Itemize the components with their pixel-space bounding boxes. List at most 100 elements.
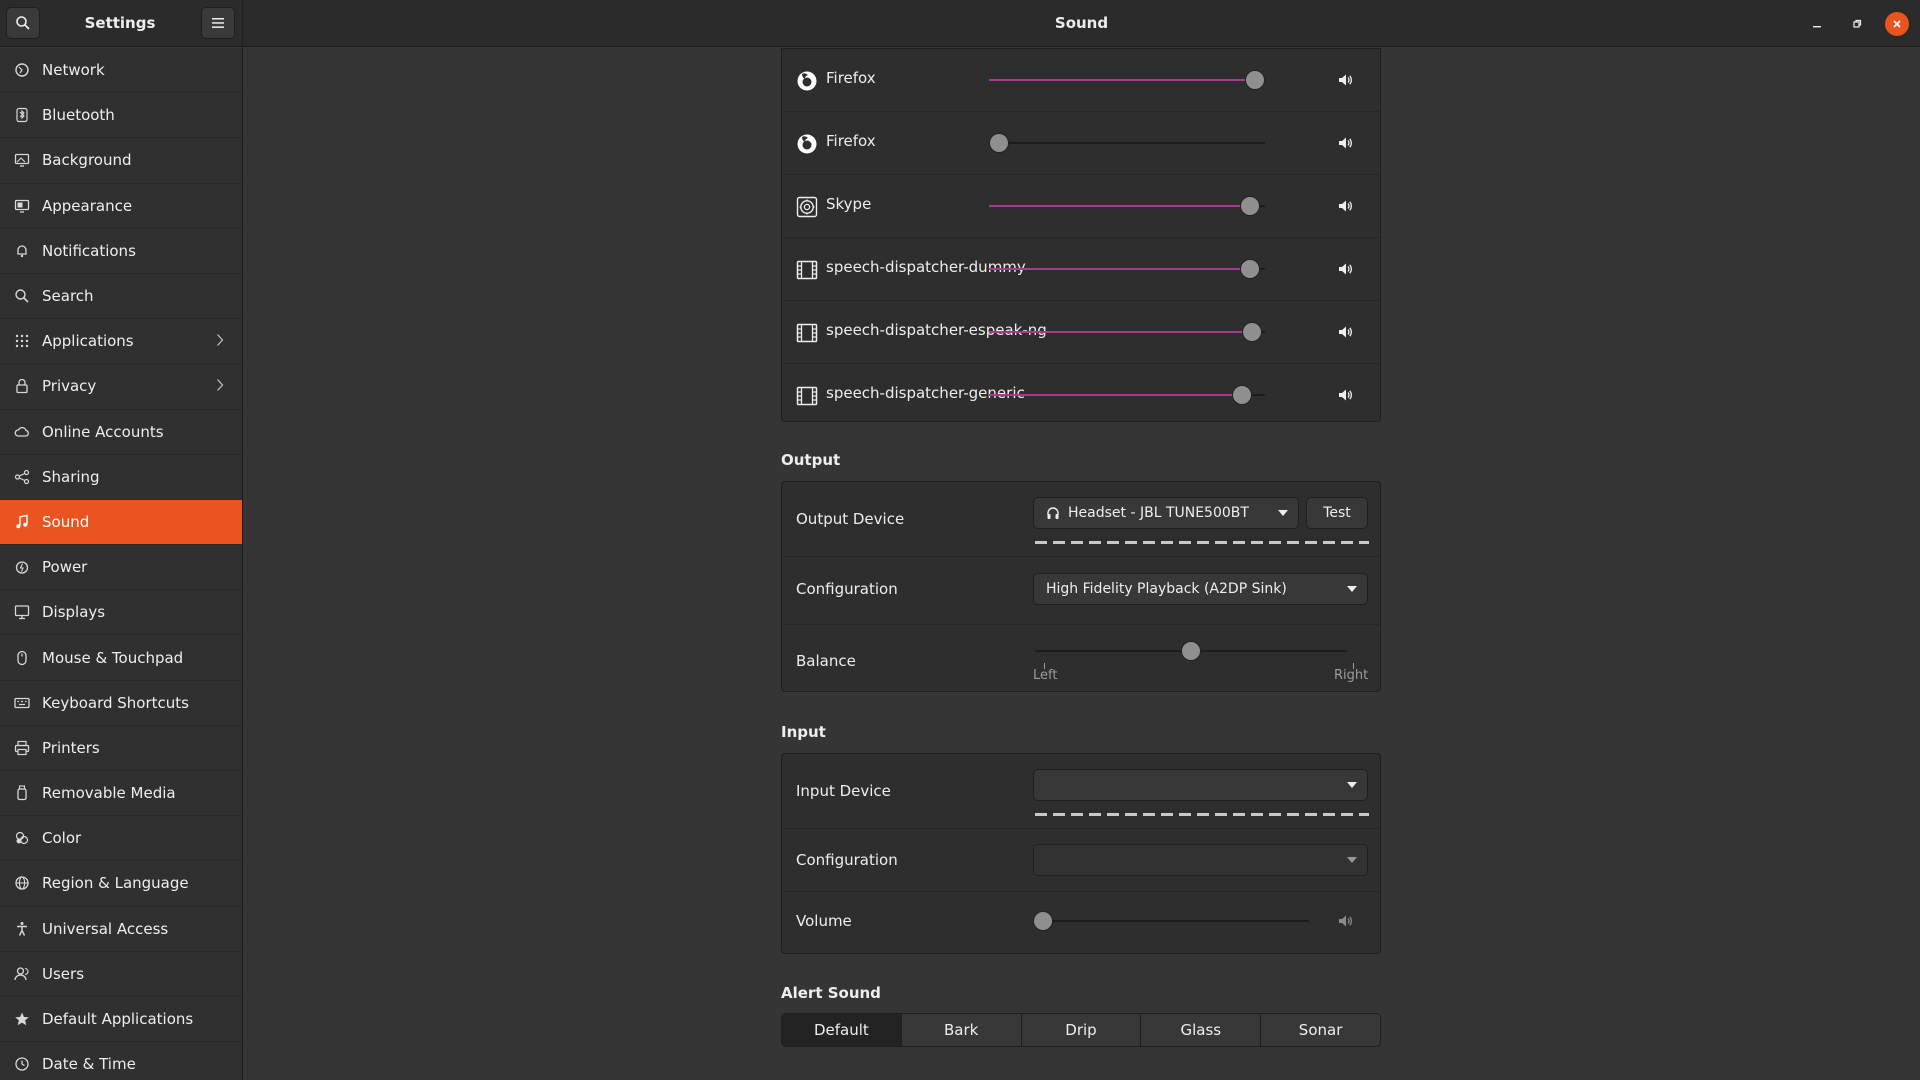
star-icon bbox=[14, 1011, 30, 1027]
app-name: Firefox bbox=[826, 69, 876, 87]
bell-icon bbox=[14, 243, 30, 259]
app-volume-fill bbox=[989, 268, 1250, 270]
sidebar-item-label: Background bbox=[42, 151, 132, 170]
search-button[interactable] bbox=[6, 7, 40, 39]
sidebar-item-sound[interactable]: Sound bbox=[0, 499, 242, 546]
sidebar-item-label: Appearance bbox=[42, 196, 133, 215]
sidebar: Network Bluetooth Background Appearance Noti… bbox=[0, 48, 243, 1080]
sidebar-item-background[interactable]: Background bbox=[0, 138, 242, 184]
sidebar-item-label: Applications bbox=[42, 332, 134, 351]
apps-grid-icon bbox=[14, 333, 30, 349]
output-device-label: Output Device bbox=[796, 510, 905, 528]
sidebar-item-displays[interactable]: Displays bbox=[0, 590, 242, 636]
sidebar-item-mouse-and-touchpad[interactable]: Mouse & Touchpad bbox=[0, 635, 242, 681]
app-volume-fill bbox=[989, 79, 1255, 81]
output-config-combo[interactable]: High Fidelity Playback (A2DP Sink) bbox=[1033, 573, 1368, 605]
balance-row: Balance Left Right bbox=[782, 625, 1380, 691]
input-device-combo[interactable] bbox=[1033, 769, 1368, 801]
alert-sound-selector: Default Bark Drip Glass Sonar bbox=[781, 1013, 1381, 1047]
sidebar-item-label: Date & Time bbox=[42, 1055, 136, 1074]
sidebar-item-region-and-language[interactable]: Region & Language bbox=[0, 861, 242, 907]
app-mute-button[interactable] bbox=[1336, 71, 1354, 89]
sidebar-item-printers[interactable]: Printers bbox=[0, 726, 242, 771]
header-bar: Settings Sound bbox=[0, 0, 1920, 47]
alert-sound-glass-button[interactable]: Glass bbox=[1141, 1014, 1262, 1046]
app-mute-button[interactable] bbox=[1336, 386, 1354, 404]
input-config-row: Configuration bbox=[782, 829, 1380, 892]
test-button[interactable]: Test bbox=[1306, 497, 1368, 529]
sidebar-item-bluetooth[interactable]: Bluetooth bbox=[0, 93, 242, 139]
app-mute-button[interactable] bbox=[1336, 323, 1354, 341]
input-config-combo[interactable] bbox=[1033, 844, 1368, 876]
app-volume-fill bbox=[989, 331, 1253, 333]
usb-icon bbox=[14, 785, 30, 801]
background-icon bbox=[14, 152, 30, 168]
sidebar-item-online-accounts[interactable]: Online Accounts bbox=[0, 410, 242, 455]
sidebar-item-label: Mouse & Touchpad bbox=[42, 648, 184, 667]
app-volume-slider[interactable] bbox=[989, 385, 1265, 405]
input-volume-row: Volume bbox=[782, 892, 1380, 953]
sidebar-item-users[interactable]: Users bbox=[0, 952, 242, 997]
sound-panel: Firefox Firefox Skype speech-dispatcher-dum… bbox=[244, 48, 1920, 1080]
app-volume-trough bbox=[989, 142, 1265, 144]
network-icon bbox=[14, 62, 30, 78]
sidebar-item-privacy[interactable]: Privacy bbox=[0, 364, 242, 410]
sidebar-item-sharing[interactable]: Sharing bbox=[0, 455, 242, 500]
app-volume-knob[interactable] bbox=[1242, 322, 1263, 342]
input-mute-button[interactable] bbox=[1336, 912, 1354, 930]
sidebar-item-default-applications[interactable]: Default Applications bbox=[0, 997, 242, 1043]
sidebar-item-search[interactable]: Search bbox=[0, 274, 242, 320]
app-volume-knob[interactable] bbox=[1232, 385, 1253, 405]
sidebar-item-power[interactable]: Power bbox=[0, 545, 242, 591]
sidebar-item-label: Users bbox=[42, 964, 85, 983]
alert-sound-drip-button[interactable]: Drip bbox=[1021, 1014, 1142, 1046]
app-volume-knob[interactable] bbox=[989, 133, 1009, 153]
app-volume-slider[interactable] bbox=[989, 196, 1265, 216]
minimize-icon bbox=[1813, 26, 1821, 28]
app-mute-button[interactable] bbox=[1336, 197, 1354, 215]
sidebar-item-label: Color bbox=[42, 829, 82, 848]
sidebar-item-keyboard-shortcuts[interactable]: Keyboard Shortcuts bbox=[0, 681, 242, 726]
app-volume-knob[interactable] bbox=[1245, 70, 1265, 90]
sidebar-item-network[interactable]: Network bbox=[0, 48, 242, 94]
app-volume-knob[interactable] bbox=[1239, 196, 1260, 216]
users-icon bbox=[14, 966, 30, 982]
output-panel: Output Device Headset - JBL TUNE500BT Te… bbox=[781, 481, 1381, 692]
sidebar-item-appearance[interactable]: Appearance bbox=[0, 184, 242, 229]
input-volume-slider[interactable] bbox=[1033, 911, 1309, 931]
speaker-icon bbox=[1339, 200, 1353, 212]
app-name: Skype bbox=[826, 195, 872, 213]
app-mute-button[interactable] bbox=[1336, 134, 1354, 152]
sidebar-item-notifications[interactable]: Notifications bbox=[0, 229, 242, 274]
sidebar-item-color[interactable]: Color bbox=[0, 816, 242, 862]
keyboard-icon bbox=[14, 695, 30, 711]
app-volume-slider[interactable] bbox=[989, 70, 1265, 90]
alert-sound-sonar-button[interactable]: Sonar bbox=[1261, 1014, 1380, 1046]
balance-slider[interactable] bbox=[1035, 641, 1347, 661]
app-volume-slider[interactable] bbox=[989, 259, 1265, 279]
app-volume-slider[interactable] bbox=[989, 133, 1265, 153]
speaker-icon bbox=[1339, 326, 1353, 338]
close-icon bbox=[1893, 20, 1901, 28]
sidebar-item-universal-access[interactable]: Universal Access bbox=[0, 907, 242, 952]
sidebar-item-date-and-time[interactable]: Date & Time bbox=[0, 1042, 242, 1080]
app-volume-slider[interactable] bbox=[989, 322, 1265, 342]
app-volume-knob[interactable] bbox=[1239, 259, 1260, 279]
input-volume-knob[interactable] bbox=[1033, 911, 1053, 931]
output-device-combo[interactable]: Headset - JBL TUNE500BT bbox=[1033, 497, 1299, 529]
sidebar-item-applications[interactable]: Applications bbox=[0, 319, 242, 365]
alert-sound-default-button[interactable]: Default bbox=[782, 1014, 902, 1046]
minimize-button[interactable] bbox=[1805, 12, 1829, 36]
maximize-button[interactable] bbox=[1845, 12, 1869, 36]
chevron-down-icon bbox=[1347, 782, 1357, 788]
sidebar-item-removable-media[interactable]: Removable Media bbox=[0, 771, 242, 817]
sidebar-item-label: Privacy bbox=[42, 377, 97, 396]
app-mute-button[interactable] bbox=[1336, 260, 1354, 278]
close-button[interactable] bbox=[1885, 12, 1909, 36]
sidebar-item-label: Bluetooth bbox=[42, 106, 115, 125]
menu-button[interactable] bbox=[201, 7, 235, 39]
input-section-title: Input bbox=[781, 723, 826, 741]
firefox-icon bbox=[796, 70, 818, 92]
balance-knob[interactable] bbox=[1181, 641, 1201, 661]
alert-sound-bark-button[interactable]: Bark bbox=[901, 1014, 1022, 1046]
